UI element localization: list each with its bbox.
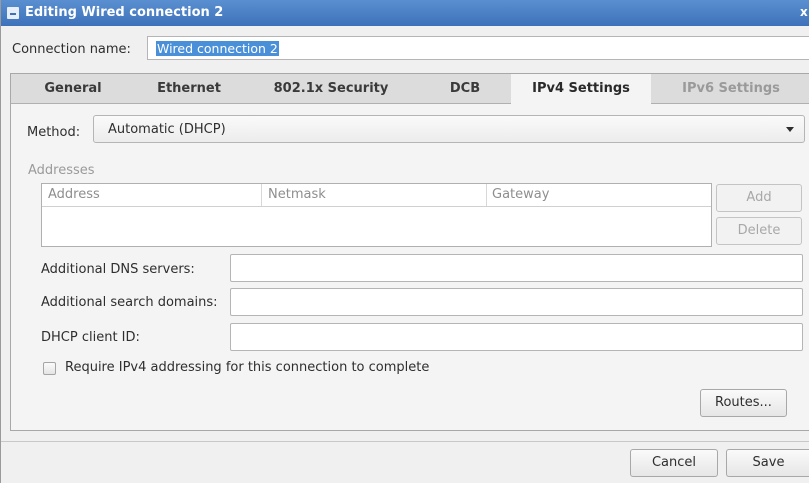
method-value: Automatic (DHCP)	[108, 122, 226, 137]
dropdown-arrow-icon	[786, 127, 794, 132]
require-ipv4-checkbox[interactable]	[43, 362, 56, 375]
connection-name-value: Wired connection 2	[156, 41, 279, 56]
method-dropdown[interactable]: Automatic (DHCP)	[93, 115, 805, 143]
column-netmask[interactable]: Netmask	[268, 184, 326, 206]
dhcp-client-id-label: DHCP client ID:	[41, 330, 140, 345]
tab-bar: General Ethernet 802.1x Security DCB IPv…	[11, 74, 809, 104]
add-address-button[interactable]: Add	[716, 184, 802, 212]
tab-general[interactable]: General	[11, 74, 135, 103]
column-gateway[interactable]: Gateway	[492, 184, 549, 206]
column-separator	[261, 184, 262, 206]
search-domains-label: Additional search domains:	[41, 295, 218, 310]
save-button[interactable]: Save	[726, 449, 809, 477]
column-address[interactable]: Address	[48, 184, 100, 206]
tab-8021x-security[interactable]: 802.1x Security	[243, 74, 419, 103]
close-icon[interactable]: x	[800, 5, 809, 21]
addresses-table[interactable]: Address Netmask Gateway	[41, 183, 712, 247]
connection-name-label: Connection name:	[12, 42, 131, 57]
dialog-separator	[1, 441, 809, 442]
column-separator	[486, 184, 487, 206]
addresses-table-header: Address Netmask Gateway	[42, 184, 711, 207]
connection-name-input[interactable]: Wired connection 2	[147, 36, 809, 60]
dhcp-client-id-input[interactable]	[230, 323, 803, 351]
tab-ipv6-settings: IPv6 Settings	[682, 81, 780, 96]
window-menu-icon[interactable]	[7, 7, 19, 19]
settings-notebook: General Ethernet 802.1x Security DCB IPv…	[10, 73, 809, 431]
tab-ipv4-settings[interactable]: IPv4 Settings	[511, 74, 651, 104]
delete-address-button[interactable]: Delete	[716, 217, 802, 245]
cancel-button[interactable]: Cancel	[630, 449, 718, 477]
title-bar[interactable]: Editing Wired connection 2 x	[1, 0, 809, 26]
routes-button[interactable]: Routes...	[700, 389, 787, 417]
connection-name-row: Connection name: Wired connection 2	[1, 34, 809, 64]
window-title: Editing Wired connection 2	[25, 5, 224, 20]
addresses-heading: Addresses	[28, 163, 95, 178]
dns-servers-input[interactable]	[230, 254, 803, 282]
dns-servers-label: Additional DNS servers:	[41, 262, 195, 277]
edit-connection-window: Editing Wired connection 2 x Connection …	[0, 0, 809, 483]
method-label: Method:	[27, 125, 81, 140]
search-domains-input[interactable]	[230, 288, 803, 316]
tab-ethernet[interactable]: Ethernet	[135, 74, 243, 103]
require-ipv4-label[interactable]: Require IPv4 addressing for this connect…	[65, 360, 429, 375]
tab-dcb[interactable]: DCB	[419, 74, 511, 103]
